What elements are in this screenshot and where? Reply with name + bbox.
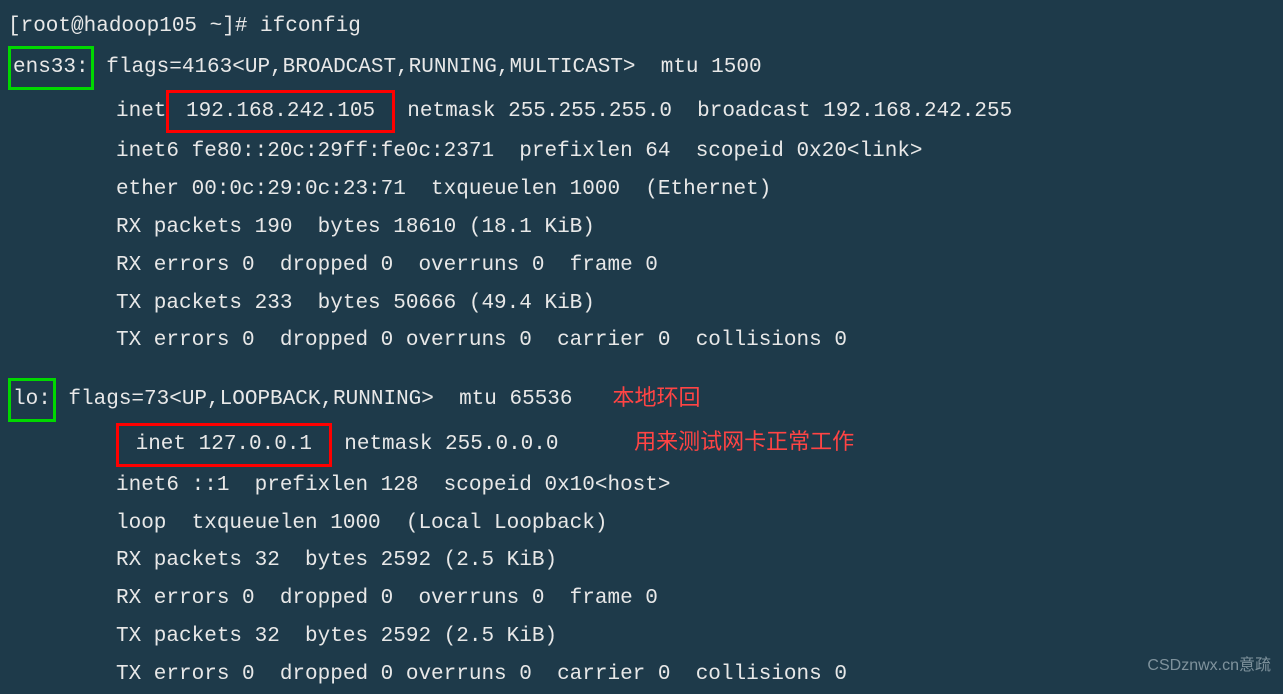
shell-prompt: [root@hadoop105 ~]# xyxy=(8,15,260,38)
iface2-txe: TX errors 0 dropped 0 overruns 0 carrier… xyxy=(8,656,1275,694)
iface2-header: lo: flags=73<UP,LOOPBACK,RUNNING> mtu 65… xyxy=(8,378,1275,422)
annotation-line2: 用来测试网卡正常工作 xyxy=(634,422,854,462)
prompt-line: [root@hadoop105 ~]# ifconfig xyxy=(8,8,1275,46)
iface2-inet-rest: netmask 255.0.0.0 xyxy=(332,433,559,456)
iface2-inet: inet 127.0.0.1 netmask 255.0.0.0 用来测试网卡正… xyxy=(8,422,1275,467)
iface1-rxp: RX packets 190 bytes 18610 (18.1 KiB) xyxy=(8,209,1275,247)
iface2-loop: loop txqueuelen 1000 (Local Loopback) xyxy=(8,505,1275,543)
iface1-inet-rest: netmask 255.255.255.0 broadcast 192.168.… xyxy=(395,100,1013,123)
iface1-ether: ether 00:0c:29:0c:23:71 txqueuelen 1000 … xyxy=(8,171,1275,209)
annotation-line1: 本地环回 xyxy=(613,378,701,418)
iface1-header: ens33: flags=4163<UP,BROADCAST,RUNNING,M… xyxy=(8,46,1275,90)
iface2-rxe: RX errors 0 dropped 0 overruns 0 frame 0 xyxy=(8,580,1275,618)
command-text: ifconfig xyxy=(260,15,361,38)
iface1-txp: TX packets 233 bytes 50666 (49.4 KiB) xyxy=(8,285,1275,323)
iface2-flags: flags=73<UP,LOOPBACK,RUNNING> mtu 65536 xyxy=(56,388,573,411)
iface1-txe: TX errors 0 dropped 0 overruns 0 carrier… xyxy=(8,322,1275,360)
iface2-txp: TX packets 32 bytes 2592 (2.5 KiB) xyxy=(8,618,1275,656)
iface1-inet6: inet6 fe80::20c:29ff:fe0c:2371 prefixlen… xyxy=(8,133,1275,171)
inet-label: inet xyxy=(116,100,166,123)
iface2-ip-box: inet 127.0.0.1 xyxy=(116,423,332,467)
iface1-flags: flags=4163<UP,BROADCAST,RUNNING,MULTICAS… xyxy=(106,56,761,79)
iface2-rxp: RX packets 32 bytes 2592 (2.5 KiB) xyxy=(8,542,1275,580)
iface2-inet6: inet6 ::1 prefixlen 128 scopeid 0x10<hos… xyxy=(8,467,1275,505)
iface1-inet: inet 192.168.242.105 netmask 255.255.255… xyxy=(8,90,1275,134)
iface2-name-box: lo: xyxy=(8,378,56,422)
iface1-name-box: ens33: xyxy=(8,46,94,90)
iface1-ip-box: 192.168.242.105 xyxy=(166,90,394,134)
iface1-rxe: RX errors 0 dropped 0 overruns 0 frame 0 xyxy=(8,247,1275,285)
watermark: CSDznwx.cn意疏 xyxy=(1147,652,1271,681)
